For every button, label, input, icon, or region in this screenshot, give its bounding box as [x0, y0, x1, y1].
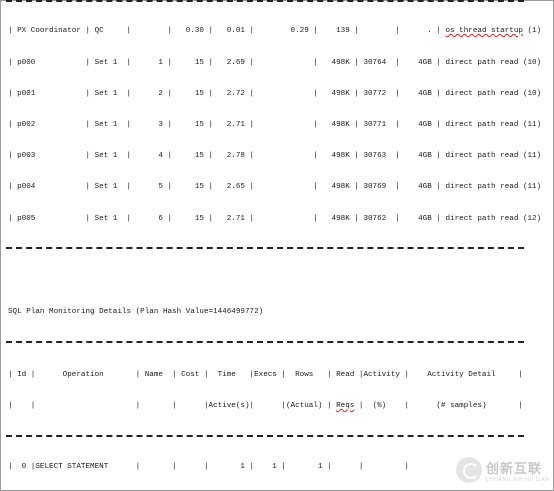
px-row-p002: | p002 | Set 1 | 3 | 15 | 2.71 | | 498K …: [8, 121, 542, 129]
px-row-coordinator: | PX Coordinator | QC | | 0.30 | 0.01 | …: [8, 27, 542, 35]
plan-title: SQL Plan Monitoring Details (Plan Hash V…: [8, 308, 264, 316]
separator-3: [6, 435, 524, 437]
document-frame: [0, 0, 554, 491]
px-row-p001: | p001 | Set 1 | 2 | 15 | 2.72 | | 498K …: [8, 90, 542, 98]
watermark-logo: 创新互联 CHUANG XIN HU LIAN: [456, 452, 552, 488]
separator-2: [6, 341, 524, 343]
separator-1: [6, 247, 524, 249]
plan-header-row-1: | Id | Operation | Name | Cost | Time |E…: [8, 371, 523, 379]
watermark-cn: 创新互联: [486, 461, 543, 477]
px-row-p000: | p000 | Set 1 | 1 | 15 | 2.69 | | 498K …: [8, 59, 542, 67]
plan-row-0: | 0 |SELECT STATEMENT | | | 1 | 1 | 1 | …: [8, 463, 410, 471]
watermark-en: CHUANG XIN HU LIAN: [486, 476, 550, 483]
plan-header-row-2: | | | | |Active(s)| |(Actual) | Reqs | (…: [8, 402, 523, 410]
watermark-icon: [456, 457, 482, 483]
px-row-p003: | p003 | Set 1 | 4 | 15 | 2.78 | | 498K …: [8, 152, 542, 160]
separator-top: [6, 0, 524, 2]
px-row-p004: | p004 | Set 1 | 5 | 15 | 2.65 | | 498K …: [8, 183, 542, 191]
px-row-p005: | p005 | Set 1 | 6 | 15 | 2.71 | | 498K …: [8, 215, 542, 223]
